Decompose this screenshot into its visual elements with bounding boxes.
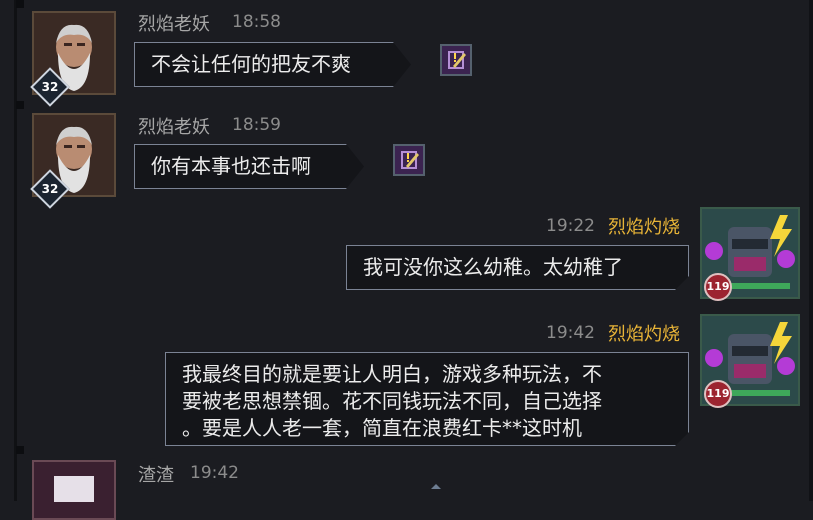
robot-avatar[interactable]: 119 xyxy=(698,314,800,414)
robot-avatar[interactable]: 119 xyxy=(698,207,800,307)
message-time: 18:58 xyxy=(232,12,281,32)
message-bubble: 我最终目的就是要让人明白，游戏多种玩法，不 要被老思想禁锢。花不同钱玩法不同，自… xyxy=(165,352,689,446)
message-time: 19:42 xyxy=(190,463,239,483)
user-avatar[interactable] xyxy=(32,460,116,520)
old-man-avatar[interactable]: 32 xyxy=(30,113,116,209)
scroll-down-caret-icon[interactable] xyxy=(431,484,441,489)
report-edit-icon xyxy=(448,51,466,69)
message-text-line: 要被老思想禁锢。花不同钱玩法不同，自己选择 xyxy=(182,389,602,413)
panel-left-border xyxy=(14,0,17,501)
level-value: 32 xyxy=(41,80,59,94)
sender-name: 烈焰老妖 xyxy=(138,117,210,138)
message-text-line: 我最终目的就是要让人明白，游戏多种玩法，不 xyxy=(182,362,602,386)
old-man-avatar[interactable]: 32 xyxy=(30,11,116,107)
report-button[interactable] xyxy=(393,144,425,176)
message-time: 19:22 xyxy=(546,216,595,236)
sender-name: 烈焰灼烧 xyxy=(608,324,680,345)
message-text: 你有本事也还击啊 xyxy=(151,154,311,178)
message-text: 我可没你这么幼稚。太幼稚了 xyxy=(363,255,623,279)
card-portrait-icon xyxy=(34,462,114,502)
level-value: 119 xyxy=(706,280,730,293)
row-marker xyxy=(16,0,24,8)
panel-right-border xyxy=(809,0,813,501)
sender-name: 烈焰灼烧 xyxy=(608,217,680,238)
level-value: 119 xyxy=(706,387,730,400)
message-text-line: 。要是人人老一套，简直在浪费红卡**这时机 xyxy=(182,416,582,440)
level-value: 32 xyxy=(41,182,59,196)
report-edit-icon xyxy=(401,151,419,169)
message-time: 18:59 xyxy=(232,115,281,135)
message-text: 不会让任何的把友不爽 xyxy=(151,52,351,76)
message-time: 19:42 xyxy=(546,323,595,343)
sender-name: 渣渣 xyxy=(138,465,174,486)
message-bubble: 我可没你这么幼稚。太幼稚了 xyxy=(346,245,689,290)
message-bubble: 不会让任何的把友不爽 xyxy=(134,42,411,87)
message-bubble: 你有本事也还击啊 xyxy=(134,144,364,189)
sender-name: 烈焰老妖 xyxy=(138,14,210,35)
report-button[interactable] xyxy=(440,44,472,76)
row-marker xyxy=(16,101,24,109)
row-marker xyxy=(16,446,24,454)
